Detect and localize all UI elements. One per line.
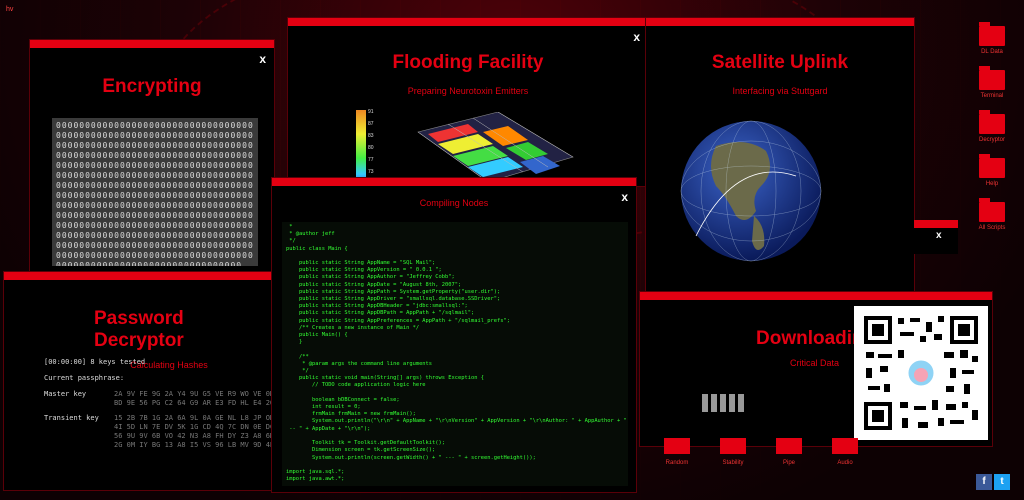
window-title: Flooding Facility [392,52,544,73]
encryption-grid: 0000000000000000000000000000000000000000… [52,118,258,266]
button-label: Audio [837,460,853,466]
keys-tested-status: [00:00:00] 8 keys tested [44,358,146,366]
folder-icon[interactable] [979,198,1005,222]
window-title: Password Decryptor [94,308,184,351]
button-label: Pipe [782,460,795,466]
legend-label: 80 [368,145,374,151]
button-square[interactable] [720,438,746,454]
desktop-icon-decryptor[interactable]: Decryptor [974,110,1010,144]
desktop-icon-terminal[interactable]: Terminal [974,66,1010,100]
button-square[interactable] [776,438,802,454]
background-window[interactable]: x [914,220,958,254]
close-icon[interactable]: x [621,190,628,204]
master-key-value: 2A 9V FE 9G 2A Y4 9U G5 VE R9 WO VE 0D B… [114,390,275,407]
download-progress [702,394,744,412]
code-output: * * @author jeff */ public class Main { … [282,222,628,486]
folder-icon[interactable] [979,22,1005,46]
audio-button[interactable]: Audio [832,438,858,466]
folder-label: All Scripts [978,225,1006,231]
social-links: f t [976,474,1010,490]
close-icon[interactable]: x [259,52,266,66]
desktop-icon-dl-data[interactable]: DL Data [974,22,1010,56]
master-key-label: Master key [44,390,87,398]
heat-legend-labels: 91 87 83 80 77 73 [368,106,374,178]
compiling-nodes-window[interactable]: x Compiling Nodes * * @author jeff */ pu… [272,178,636,492]
transient-key-label: Transient key [44,414,99,422]
transient-key-value: 15 2B 7B 1G 2A 6A 9L 0A GE NL L8 JP OK 4… [114,414,275,449]
random-button[interactable]: Random [664,438,690,466]
encrypting-window[interactable]: x Encrypting 000000000000000000000000000… [30,40,274,272]
window-title: Encrypting [102,76,202,97]
qr-code [854,306,988,440]
progress-block [711,394,717,412]
downloading-window[interactable]: Downloading Critical Data [640,292,992,446]
control-buttons: Random Stability Pipe Audio [664,438,858,466]
window-subtitle: Preparing Neurotoxin Emitters [407,86,529,96]
flooding-facility-window[interactable]: x Flooding Facility Preparing Neurotoxin… [288,18,648,190]
desktop-icons: DL Data Terminal Decryptor Help All Scri… [974,22,1010,246]
legend-label: 87 [368,121,374,127]
corner-label: hv [6,6,14,13]
button-label: Stability [722,460,744,466]
password-decryptor-window[interactable]: Password Decryptor Calculating Hashes [0… [4,272,274,490]
window-title: Compiling Nodes [419,198,489,208]
legend-label: 77 [368,157,374,163]
button-square[interactable] [664,438,690,454]
close-icon[interactable]: x [633,30,640,44]
folder-label: Terminal [980,93,1004,99]
window-subtitle: Interfacing via Stuttgard [732,86,828,96]
stability-button[interactable]: Stability [720,438,746,466]
window-title: Satellite Uplink [711,52,849,73]
folder-label: Decryptor [978,137,1005,143]
desktop-icon-help[interactable]: Help [974,154,1010,188]
legend-label: 83 [368,133,374,139]
progress-block [729,394,735,412]
globe-icon [680,120,822,262]
legend-label: 73 [368,169,374,175]
progress-block [702,394,708,412]
passphrase-label: Current passphrase: [44,374,125,382]
folder-icon[interactable] [979,110,1005,134]
close-icon[interactable]: x [936,230,942,241]
progress-block [738,394,744,412]
facebook-icon[interactable]: f [976,474,992,490]
button-label: Random [665,460,689,466]
folder-icon[interactable] [979,66,1005,90]
twitter-icon[interactable]: t [994,474,1010,490]
folder-label: DL Data [981,49,1003,55]
floorplan-heatmap [417,112,574,182]
satellite-uplink-window[interactable]: Satellite Uplink Interfacing via Stuttga… [646,18,914,296]
legend-label: 91 [368,109,374,115]
folder-label: Help [985,181,999,187]
desktop-icon-all-scripts[interactable]: All Scripts [974,198,1010,232]
button-square[interactable] [832,438,858,454]
pipe-button[interactable]: Pipe [776,438,802,466]
folder-icon[interactable] [979,154,1005,178]
progress-block [720,394,726,412]
